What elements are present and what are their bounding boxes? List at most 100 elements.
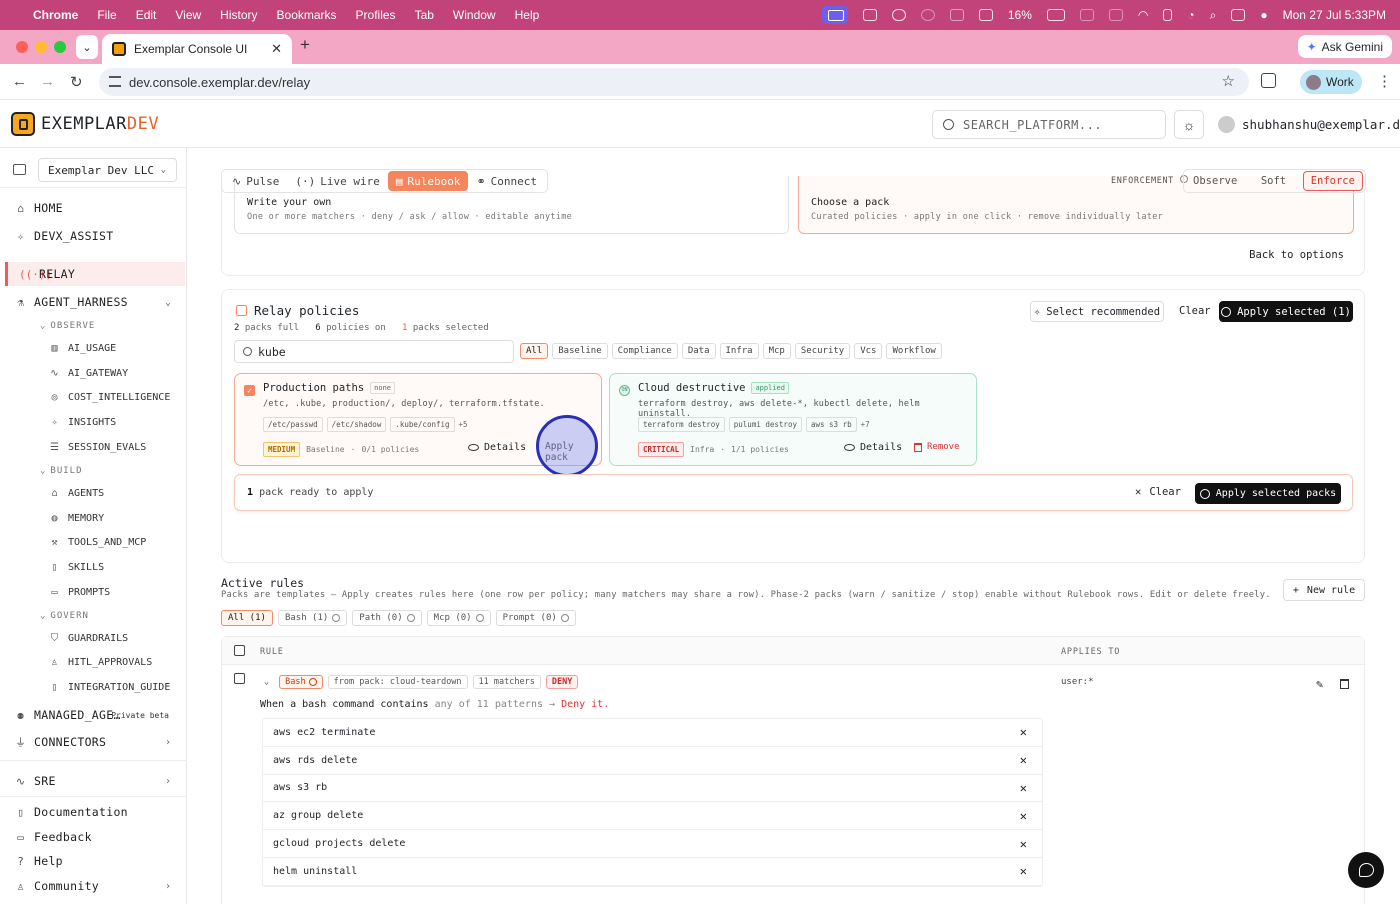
apply-selected-button[interactable]: Apply selected (1) [1219, 301, 1353, 322]
new-rule-button[interactable]: + New rule [1283, 579, 1365, 601]
filter-mcp-rules[interactable]: Mcp (0) [426, 610, 491, 626]
address-bar[interactable]: dev.console.exemplar.dev/relay ☆ [99, 68, 1249, 96]
remove-pattern-icon[interactable]: ✕ [1020, 753, 1027, 767]
menu-view[interactable]: View [175, 8, 201, 22]
menu-history[interactable]: History [220, 8, 257, 22]
remove-pattern-icon[interactable]: ✕ [1020, 725, 1027, 739]
extensions-icon[interactable] [1261, 73, 1276, 88]
remove-pattern-icon[interactable]: ✕ [1020, 864, 1027, 878]
sidebar-item-help[interactable]: ? Help [0, 849, 187, 873]
pack-card-cloud-destructive[interactable]: ON Cloud destructive applied terraform de… [609, 373, 977, 466]
screen-share-icon[interactable] [821, 6, 848, 24]
sidebar-item-home[interactable]: ⌂ HOME [0, 196, 187, 220]
filter-all[interactable]: All [520, 343, 549, 359]
menu-profiles[interactable]: Profiles [356, 8, 396, 22]
apply-selected-packs-button[interactable]: Apply selected packs [1195, 483, 1341, 504]
ask-gemini-button[interactable]: ✦ Ask Gemini [1297, 35, 1392, 58]
siri-icon[interactable]: ● [1260, 8, 1267, 22]
status-icon[interactable] [1079, 9, 1094, 21]
control-center-icon[interactable] [1231, 9, 1246, 21]
enforcement-soft[interactable]: Soft [1244, 171, 1302, 191]
menu-tab[interactable]: Tab [415, 8, 434, 22]
display-icon[interactable] [978, 9, 993, 21]
close-tab-icon[interactable]: ✕ [271, 41, 282, 57]
filter-prompt-rules[interactable]: Prompt (0) [495, 610, 576, 626]
sidebar-item-devx-assist[interactable]: ✧ DEVX_ASSIST [0, 224, 187, 248]
sidebar-item-connectors[interactable]: ⏚ CONNECTORS › [0, 730, 187, 754]
tab-rulebook[interactable]: ▤ Rulebook [387, 171, 469, 191]
sidebar-item-guardrails[interactable]: ⛉ GUARDRAILS [0, 626, 187, 650]
filter-infra[interactable]: Infra [719, 343, 759, 359]
sidebar-group-observe[interactable]: ⌄ OBSERVE [0, 314, 187, 338]
sidebar-toggle-icon[interactable] [13, 164, 26, 175]
window-minimize-button[interactable] [35, 41, 47, 53]
pattern-text[interactable]: aws s3 rb [273, 782, 327, 793]
battery-icon[interactable] [1046, 9, 1065, 21]
menu-bookmarks[interactable]: Bookmarks [277, 8, 337, 22]
browser-menu-icon[interactable]: ⋮ [1377, 72, 1392, 90]
pack-checkbox-checked[interactable]: ✓ [244, 385, 255, 396]
sidebar-item-tools-and-mcp[interactable]: ⚒ TOOLS_AND_MCP [0, 530, 187, 554]
filter-baseline[interactable]: Baseline [552, 343, 608, 359]
row-checkbox[interactable] [234, 673, 245, 684]
theme-toggle-button[interactable]: ☼ [1174, 110, 1204, 139]
select-recommended-button[interactable]: ✧ Select recommended [1030, 301, 1164, 322]
wifi-icon[interactable]: ◠ [1138, 8, 1148, 22]
delete-rule-icon[interactable] [1340, 679, 1349, 689]
menu-file[interactable]: File [97, 8, 116, 22]
status-icon[interactable] [920, 9, 935, 21]
enforcement-observe[interactable]: Observe [1186, 171, 1244, 191]
policy-search-input[interactable]: kube [234, 340, 514, 363]
filter-workflow[interactable]: Workflow [886, 343, 942, 359]
pattern-text[interactable]: gcloud projects delete [273, 838, 405, 849]
menu-window[interactable]: Window [453, 8, 496, 22]
status-icon[interactable] [1108, 9, 1123, 21]
pattern-text[interactable]: aws ec2 terminate [273, 727, 375, 738]
status-icon[interactable] [1163, 9, 1173, 21]
sidebar-item-insights[interactable]: ✧ INSIGHTS [0, 410, 187, 434]
filter-bash-rules[interactable]: Bash (1) [277, 610, 348, 626]
filter-path-rules[interactable]: Path (0) [352, 610, 422, 626]
filter-security[interactable]: Security [794, 343, 851, 359]
filter-compliance[interactable]: Compliance [611, 343, 678, 359]
pattern-text[interactable]: az group delete [273, 810, 363, 821]
remove-pattern-icon[interactable]: ✕ [1020, 781, 1027, 795]
sidebar-item-memory[interactable]: ◍ MEMORY [0, 506, 187, 530]
edit-rule-icon[interactable]: ✎ [1316, 677, 1323, 691]
filter-data[interactable]: Data [681, 343, 716, 359]
back-to-options-link[interactable]: Back to options [1249, 249, 1344, 261]
sidebar-item-agents[interactable]: ⌂ AGENTS [0, 481, 187, 505]
org-switcher[interactable]: Exemplar Dev LLC ⌄ [38, 158, 177, 182]
select-all-checkbox[interactable] [234, 645, 245, 656]
sidebar-item-ai-gateway[interactable]: ∿ AI_GATEWAY [0, 361, 187, 385]
tab-connect[interactable]: ⚭ Connect [468, 171, 545, 191]
chat-support-button[interactable] [1348, 852, 1384, 888]
pattern-text[interactable]: aws rds delete [273, 755, 357, 766]
filter-mcp[interactable]: Mcp [762, 343, 791, 359]
reload-icon[interactable]: ↻ [70, 73, 83, 91]
tab-live-wire[interactable]: (·) Live wire [287, 171, 387, 191]
site-info-icon[interactable] [109, 76, 121, 87]
tab-search-button[interactable]: ⌄ [76, 35, 98, 59]
user-menu[interactable]: shubhanshu@exemplar.dev [1218, 116, 1400, 133]
sidebar-item-managed-agents[interactable]: ⚉ MANAGED_AGE… Private beta [0, 703, 187, 727]
platform-search-input[interactable]: SEARCH_PLATFORM... [932, 110, 1166, 139]
sidebar-item-community[interactable]: ♙ Community › [0, 874, 187, 898]
sidebar-item-feedback[interactable]: ▭ Feedback [0, 825, 187, 849]
sidebar-group-govern[interactable]: ⌄ GOVERN [0, 604, 187, 628]
new-tab-button[interactable]: + [300, 35, 310, 55]
clock-icon[interactable]: ◔ [1187, 8, 1194, 22]
menu-app-name[interactable]: Chrome [33, 8, 78, 22]
cloud-icon[interactable] [891, 9, 906, 21]
menu-help[interactable]: Help [515, 8, 540, 22]
status-icon[interactable] [862, 9, 877, 21]
clear-selection-button[interactable]: ✕ Clear [1135, 486, 1181, 498]
filter-all-rules[interactable]: All (1) [221, 610, 273, 626]
forward-icon[interactable]: → [40, 73, 55, 90]
status-icon[interactable] [949, 9, 964, 21]
details-button[interactable]: Details [468, 442, 526, 453]
sidebar-item-sre[interactable]: ∿ SRE › [0, 769, 187, 793]
sidebar-item-session-evals[interactable]: ☰ SESSION_EVALS [0, 435, 187, 459]
expand-chevron-icon[interactable]: ⌄ [259, 675, 274, 689]
remove-pack-button[interactable]: Remove [914, 442, 960, 452]
